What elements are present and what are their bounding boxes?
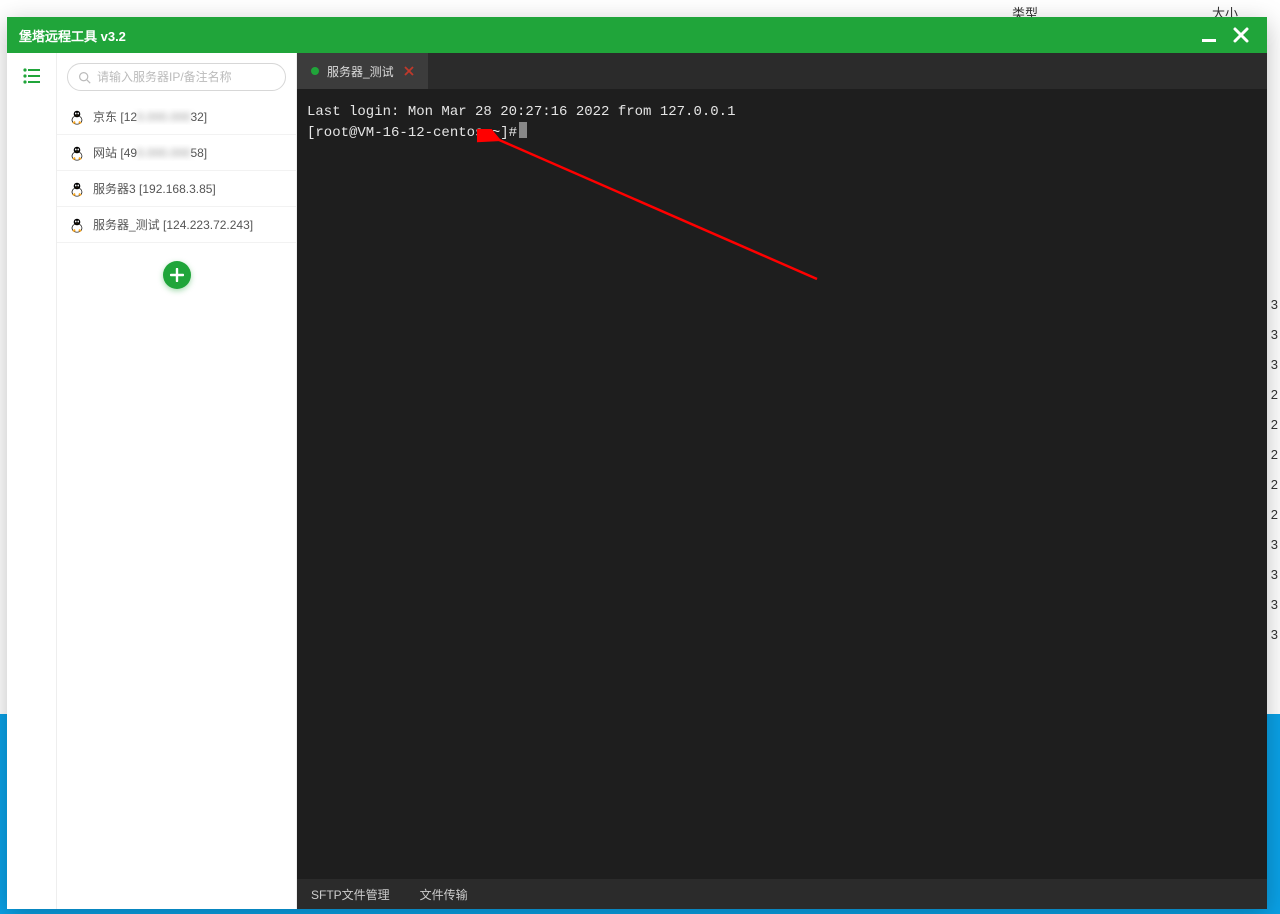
main-area: 服务器_测试 Last login: Mon Mar 28 20:27:16 2… [297,53,1267,909]
terminal[interactable]: Last login: Mon Mar 28 20:27:16 2022 fro… [297,89,1267,879]
plus-icon [170,268,184,282]
tab-server-test[interactable]: 服务器_测试 [297,53,429,89]
status-bar: SFTP文件管理 文件传输 [297,879,1267,909]
statusbar-transfer[interactable]: 文件传输 [420,886,468,903]
search-input-wrap[interactable] [67,63,286,91]
server-label: 网站 [490.000.00058] [93,144,207,161]
titlebar[interactable]: 堡塔远程工具 v3.2 [7,17,1267,53]
statusbar-sftp[interactable]: SFTP文件管理 [311,886,390,903]
app-window: 堡塔远程工具 v3.2 [7,17,1267,909]
linux-icon [69,181,85,197]
annotation-arrow-icon [477,129,837,289]
status-dot-icon [311,67,319,75]
server-label: 服务器3 [192.168.3.85] [93,180,216,197]
linux-icon [69,109,85,125]
close-button[interactable] [1225,17,1257,53]
server-item[interactable]: 服务器_测试 [124.223.72.243] [57,207,296,243]
search-icon [78,71,91,84]
terminal-cursor [519,122,527,138]
linux-icon [69,217,85,233]
tab-label: 服务器_测试 [327,63,394,80]
server-item[interactable]: 京东 [120.000.00032] [57,99,296,135]
search-input[interactable] [97,70,275,84]
server-item[interactable]: 网站 [490.000.00058] [57,135,296,171]
minimize-button[interactable] [1193,17,1225,53]
linux-icon [69,145,85,161]
menu-icon[interactable] [19,63,45,89]
app-title: 堡塔远程工具 v3.2 [19,26,1193,45]
tab-close-icon[interactable] [402,64,416,78]
server-list: 京东 [120.000.00032] 网站 [490.000.00058] 服务… [57,99,296,243]
tab-bar: 服务器_测试 [297,53,1267,89]
bg-right-numbers: 333 222 223 333 [1265,290,1280,914]
terminal-prompt: [root@VM-16-12-centos ~]# [307,122,1257,143]
terminal-line: Last login: Mon Mar 28 20:27:16 2022 fro… [307,103,1257,122]
left-rail [7,53,57,909]
add-server-button[interactable] [163,261,191,289]
sidebar: 京东 [120.000.00032] 网站 [490.000.00058] 服务… [57,53,297,909]
server-label: 京东 [120.000.00032] [93,108,207,125]
server-item[interactable]: 服务器3 [192.168.3.85] [57,171,296,207]
server-label: 服务器_测试 [124.223.72.243] [93,216,253,233]
